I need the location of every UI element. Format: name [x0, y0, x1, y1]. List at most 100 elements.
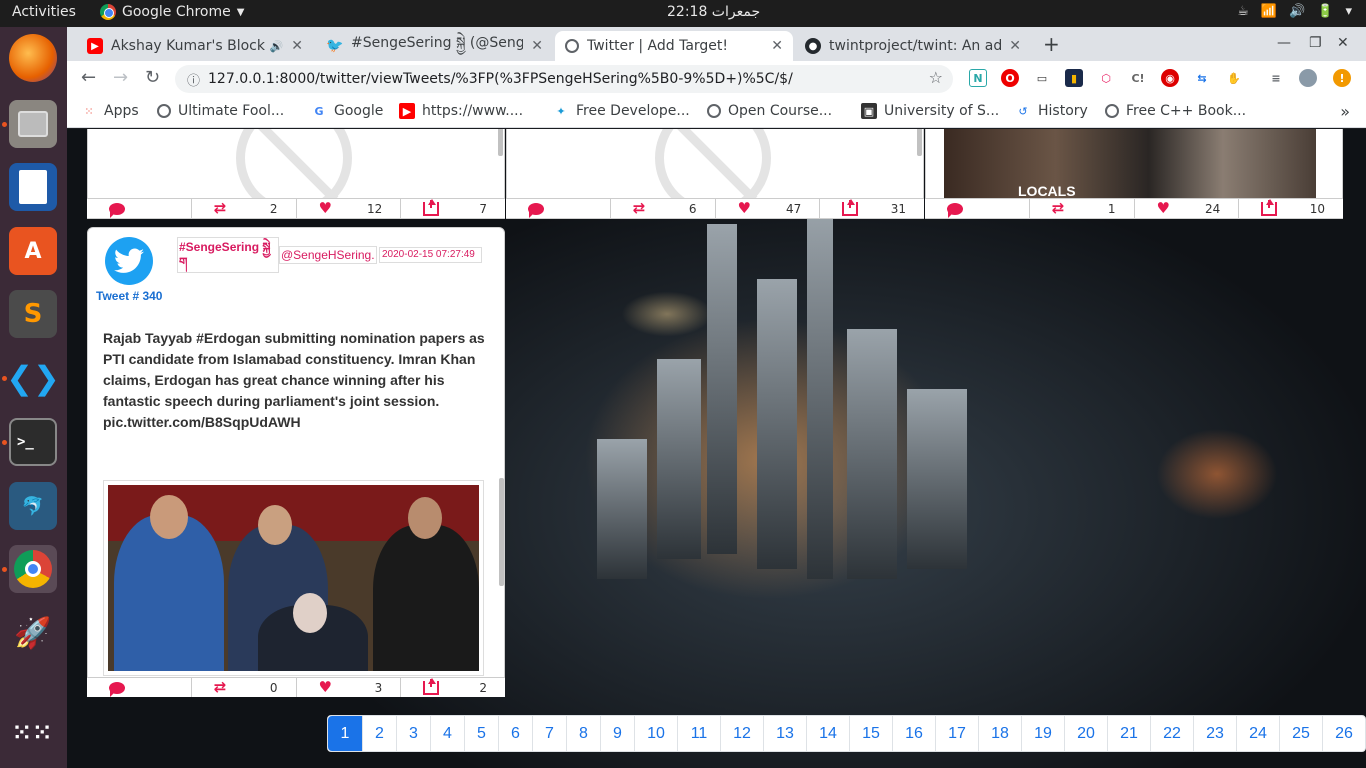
scrollbar-thumb[interactable] — [917, 129, 922, 156]
share-button[interactable]: 7 — [400, 199, 505, 218]
bookmark-free-developer[interactable]: ✦ Free Develope... — [553, 103, 689, 119]
extension-gnome-icon[interactable]: ✋ — [1225, 69, 1243, 87]
page-link-25[interactable]: 25 — [1279, 716, 1322, 751]
reply-button[interactable] — [87, 678, 191, 697]
retweet-button[interactable]: ⇄ 6 — [609, 199, 715, 218]
bookmark-apps[interactable]: ⁙ Apps — [81, 103, 138, 119]
page-link-12[interactable]: 12 — [720, 716, 763, 751]
extension-chart-icon[interactable]: ▮ — [1065, 69, 1083, 87]
page-link-4[interactable]: 4 — [430, 716, 464, 751]
rocket-app-icon[interactable]: 🚀 — [9, 609, 57, 657]
like-button[interactable]: ♥ 47 — [714, 199, 820, 218]
twitter-avatar[interactable] — [105, 237, 153, 285]
tab-github-twint[interactable]: ● twintproject/twint: An ad ✕ — [795, 31, 1031, 61]
page-link-26[interactable]: 26 — [1322, 716, 1365, 751]
page-link-10[interactable]: 10 — [634, 716, 677, 751]
libreoffice-impress-icon[interactable] — [9, 163, 57, 211]
bookmark-youtube[interactable]: ▶ https://www.... — [399, 103, 523, 119]
page-link-11[interactable]: 11 — [677, 716, 720, 751]
page-link-19[interactable]: 19 — [1021, 716, 1064, 751]
mysql-workbench-icon[interactable]: 🐬 — [9, 482, 57, 530]
page-link-1[interactable]: 1 — [328, 716, 362, 751]
terminal-icon[interactable]: >_ — [9, 418, 57, 466]
bookmark-history[interactable]: ↺ History — [1015, 103, 1087, 119]
tweet-username[interactable]: @SengeHSering. — [279, 246, 377, 264]
speaker-icon[interactable]: 🔊 — [270, 40, 284, 53]
page-link-14[interactable]: 14 — [806, 716, 849, 751]
page-link-23[interactable]: 23 — [1193, 716, 1236, 751]
page-link-2[interactable]: 2 — [362, 716, 396, 751]
extension-c-icon[interactable]: C! — [1129, 69, 1147, 87]
extension-red-circle-icon[interactable]: ◉ — [1161, 69, 1179, 87]
page-link-9[interactable]: 9 — [600, 716, 634, 751]
page-link-20[interactable]: 20 — [1064, 716, 1107, 751]
app-menu[interactable]: Google Chrome ▼ — [100, 4, 244, 20]
tweet-photo[interactable] — [103, 480, 484, 676]
page-link-7[interactable]: 7 — [532, 716, 566, 751]
extension-arrows-icon[interactable]: ⇆ — [1193, 69, 1211, 87]
share-button[interactable]: 31 — [819, 199, 924, 218]
bookmark-star-icon[interactable]: ☆ — [929, 68, 943, 87]
tab-twitter-profile[interactable]: 🐦 #SengeSering སྐྱེ (@Seng ✕ — [317, 31, 553, 61]
power-menu-icon[interactable]: ▾ — [1345, 4, 1352, 19]
page-link-6[interactable]: 6 — [498, 716, 532, 751]
page-link-17[interactable]: 17 — [935, 716, 978, 751]
page-link-22[interactable]: 22 — [1150, 716, 1193, 751]
extension-cast-icon[interactable]: ▭ — [1033, 69, 1051, 87]
vscode-icon[interactable]: ❮❯ — [6, 354, 60, 402]
bookmark-open-course[interactable]: Open Course... — [707, 103, 832, 119]
reply-button[interactable] — [925, 199, 1029, 218]
retweet-button[interactable]: ⇄ 2 — [190, 199, 296, 218]
close-icon[interactable]: ✕ — [291, 38, 303, 54]
tab-add-target[interactable]: Twitter | Add Target! ✕ — [555, 31, 793, 61]
volume-icon[interactable]: 🔊 — [1289, 4, 1305, 19]
close-window-button[interactable]: ✕ — [1337, 35, 1349, 51]
files-icon[interactable] — [9, 100, 57, 148]
page-link-16[interactable]: 16 — [892, 716, 935, 751]
reply-button[interactable] — [506, 199, 610, 218]
page-link-3[interactable]: 3 — [396, 716, 430, 751]
page-link-18[interactable]: 18 — [978, 716, 1021, 751]
show-applications-icon[interactable]: ⁙⁙ — [9, 709, 57, 757]
page-link-5[interactable]: 5 — [464, 716, 498, 751]
new-tab-button[interactable]: + — [1043, 32, 1060, 56]
forward-button[interactable]: → — [113, 67, 128, 88]
tweet-hashtag[interactable]: #SengeSering སྐྱེ ག — [177, 237, 279, 273]
bookmark-google[interactable]: G Google — [311, 103, 383, 119]
close-icon[interactable]: ✕ — [771, 38, 783, 54]
page-link-15[interactable]: 15 — [849, 716, 892, 751]
page-link-8[interactable]: 8 — [566, 716, 600, 751]
page-link-24[interactable]: 24 — [1236, 716, 1279, 751]
like-button[interactable]: ♥ 24 — [1133, 199, 1239, 218]
close-icon[interactable]: ✕ — [531, 38, 543, 54]
retweet-button[interactable]: ⇄ 1 — [1028, 199, 1134, 218]
share-button[interactable]: 10 — [1238, 199, 1343, 218]
profile-avatar[interactable] — [1299, 69, 1317, 87]
tray-app-icon[interactable]: ☕ — [1237, 4, 1249, 19]
scrollbar-thumb[interactable] — [499, 478, 504, 586]
reload-button[interactable]: ↻ — [145, 67, 160, 88]
system-tray[interactable]: ☕ 📶 🔊 🔋 ▾ — [1237, 4, 1352, 19]
page-link-13[interactable]: 13 — [763, 716, 806, 751]
scrollbar-thumb[interactable] — [498, 129, 503, 156]
maximize-button[interactable]: ❐ — [1309, 35, 1322, 51]
tab-youtube[interactable]: ▶ Akshay Kumar's Block 🔊 ✕ — [77, 31, 313, 61]
extension-n-icon[interactable]: N — [969, 69, 987, 87]
share-button[interactable]: 2 — [400, 678, 505, 697]
bookmark-free-cpp[interactable]: Free C++ Book... — [1105, 103, 1246, 119]
like-button[interactable]: ♥ 12 — [295, 199, 401, 218]
minimize-button[interactable]: — — [1277, 35, 1291, 51]
sublime-text-icon[interactable]: S — [9, 290, 57, 338]
update-alert-icon[interactable]: ! — [1333, 69, 1351, 87]
media-queue-icon[interactable]: ≡ — [1267, 69, 1285, 87]
address-bar[interactable]: ⓘ 127.0.0.1:8000/twitter/viewTweets/%3FP… — [175, 65, 953, 93]
retweet-button[interactable]: ⇄ 0 — [190, 678, 296, 697]
software-center-icon[interactable]: A — [9, 227, 57, 275]
wifi-icon[interactable]: 📶 — [1261, 4, 1277, 19]
page-link-21[interactable]: 21 — [1107, 716, 1150, 751]
extension-badge-icon[interactable]: ⬡ — [1097, 69, 1115, 87]
activities-button[interactable]: Activities — [12, 4, 76, 20]
extension-opera-icon[interactable]: O — [1001, 69, 1019, 87]
battery-icon[interactable]: 🔋 — [1317, 4, 1333, 19]
bookmark-university[interactable]: ▣ University of S... — [861, 103, 999, 119]
